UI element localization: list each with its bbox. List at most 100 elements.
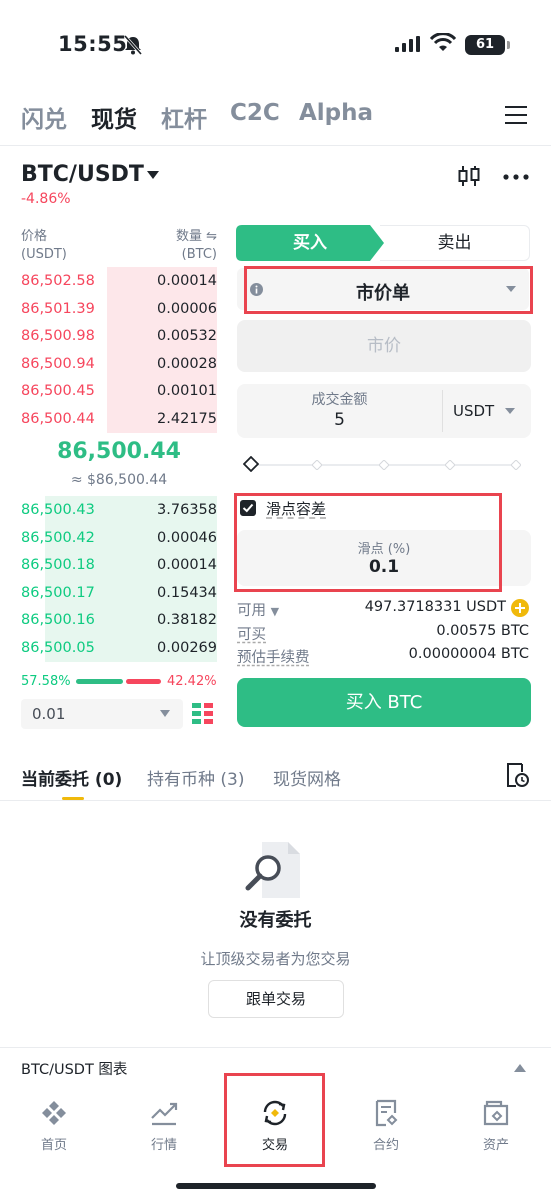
qty-header-unit: (BTC)	[181, 247, 217, 262]
amount-input[interactable]: 5	[237, 410, 442, 430]
bid-qty: 3.76358	[157, 502, 217, 518]
ask-qty: 0.00014	[157, 273, 217, 289]
tab-holdings[interactable]: 持有币种 (3)	[147, 765, 244, 790]
bid-qty: 0.00269	[157, 640, 217, 656]
bid-price: 86,500.16	[21, 612, 95, 629]
depth-precision-select[interactable]: 0.01	[21, 699, 183, 729]
amount-unit-select[interactable]: USDT	[453, 402, 494, 420]
bid-qty: 0.38182	[157, 612, 217, 629]
nav-markets[interactable]: 行情	[129, 1098, 199, 1153]
ask-row[interactable]: 86,500.94 0.00028	[21, 349, 217, 378]
markets-icon	[151, 1102, 178, 1126]
tab-spot[interactable]: 现货	[91, 100, 137, 134]
slider-knob[interactable]	[243, 456, 259, 472]
ask-price: 86,500.94	[21, 355, 95, 372]
wallet-icon	[483, 1100, 509, 1126]
bid-row[interactable]: 86,500.18 0.00014	[21, 551, 217, 579]
nav-markets-label: 行情	[150, 1138, 177, 1153]
home-indicator[interactable]	[176, 1183, 376, 1189]
chart-bar-label: BTC/USDT 图表	[21, 1062, 128, 1078]
tab-margin[interactable]: 杠杆	[161, 100, 207, 134]
order-history-icon[interactable]	[505, 762, 529, 788]
futures-icon	[375, 1099, 398, 1127]
signal-icon	[395, 36, 420, 52]
slider-tick-50[interactable]	[379, 460, 389, 470]
wifi-icon	[430, 33, 456, 51]
battery-tip	[507, 41, 510, 49]
ask-row[interactable]: 86,500.98 0.00532	[21, 322, 217, 350]
bell-muted-icon	[123, 35, 143, 55]
available-label-text: 可用	[237, 603, 266, 619]
caret-down-icon	[505, 408, 515, 414]
nav-assets[interactable]: 资产	[461, 1098, 531, 1153]
ask-row[interactable]: 86,501.39 0.00006	[21, 294, 217, 323]
bid-row[interactable]: 86,500.17 0.15434	[21, 578, 217, 607]
empty-subtitle: 让顶级交易者为您交易	[200, 950, 351, 968]
bid-price: 86,500.18	[21, 557, 95, 574]
caret-down-icon[interactable]	[146, 170, 160, 180]
trade-nav-highlight	[224, 1073, 325, 1167]
candlestick-chart-icon[interactable]	[458, 164, 480, 188]
fee-value: 0.00000004 BTC	[408, 646, 529, 662]
add-funds-icon[interactable]	[511, 599, 529, 617]
price-header-label: 价格	[21, 229, 48, 244]
nav-futures[interactable]: 合约	[351, 1098, 421, 1153]
nav-home-label: 首页	[40, 1138, 67, 1153]
tab-c2c[interactable]: C2C	[230, 100, 280, 126]
ask-qty: 0.00006	[157, 300, 217, 317]
tab-alpha[interactable]: Alpha	[299, 100, 373, 126]
orderbook-layout-icon[interactable]	[192, 702, 214, 726]
header-divider	[0, 145, 551, 146]
copy-trading-button[interactable]: 跟单交易	[208, 980, 344, 1018]
bid-row[interactable]: 86,500.05 0.00269	[21, 634, 217, 662]
caret-up-icon[interactable]	[514, 1064, 526, 1072]
mid-price-usd: ≈ $86,500.44	[70, 472, 168, 488]
nav-assets-label: 资产	[482, 1138, 509, 1153]
available-label[interactable]: 可用 ▼	[237, 599, 279, 620]
price-header-unit: (USDT)	[21, 247, 67, 262]
bid-row[interactable]: 86,500.42 0.00046	[21, 523, 217, 552]
available-value: 497.3718331 USDT	[364, 599, 506, 615]
can-buy-value: 0.00575 BTC	[436, 623, 529, 639]
bid-qty: 0.00014	[157, 557, 217, 574]
ask-price: 86,501.39	[21, 300, 95, 317]
pair-change: -4.86%	[21, 191, 71, 207]
slider-tick-75[interactable]	[445, 460, 455, 470]
bid-price: 86,500.17	[21, 584, 95, 601]
pair-name[interactable]: BTC/USDT	[21, 162, 144, 187]
bid-row[interactable]: 86,500.16 0.38182	[21, 606, 217, 634]
home-icon	[42, 1101, 66, 1125]
tab-swap[interactable]: 闪兑	[21, 100, 67, 134]
sell-ratio-bar	[126, 679, 161, 684]
slider-tick-25[interactable]	[312, 460, 322, 470]
status-time: 15:55	[58, 32, 128, 56]
ask-row[interactable]: 86,500.45 0.00101	[21, 377, 217, 405]
ask-price: 86,502.58	[21, 273, 95, 289]
bid-price: 86,500.42	[21, 529, 95, 546]
battery-level: 61	[465, 35, 505, 55]
menu-icon[interactable]	[505, 104, 527, 126]
ask-price: 86,500.98	[21, 328, 95, 345]
ask-qty: 0.00532	[157, 328, 217, 345]
sell-ratio: 42.42%	[167, 674, 217, 689]
can-buy-label[interactable]: 可买	[237, 623, 266, 644]
nav-home[interactable]: 首页	[19, 1098, 89, 1153]
orderbook-qty-header[interactable]: 数量 ⇋ (BTC)	[176, 228, 217, 264]
tab-spot-grid[interactable]: 现货网格	[273, 765, 341, 790]
more-icon[interactable]	[503, 174, 529, 180]
bid-row[interactable]: 86,500.43 3.76358	[21, 496, 217, 524]
slider-tick-100[interactable]	[511, 460, 521, 470]
tab-open-orders[interactable]: 当前委托 (0)	[21, 765, 122, 790]
ask-row[interactable]: 86,502.58 0.00014	[21, 267, 217, 295]
mid-price[interactable]: 86,500.44	[21, 439, 217, 464]
bid-price: 86,500.05	[21, 640, 95, 656]
market-price-field: 市价	[237, 320, 531, 372]
orders-divider	[0, 800, 551, 801]
amount-label: 成交金额	[311, 392, 368, 408]
buy-tab[interactable]: 买入	[236, 225, 384, 261]
fee-label[interactable]: 预估手续费	[237, 646, 310, 667]
sell-tab[interactable]: 卖出	[380, 225, 530, 261]
ask-row[interactable]: 86,500.44 2.42175	[21, 405, 217, 433]
buy-btc-button[interactable]: 买入 BTC	[237, 678, 531, 727]
buy-ratio-bar	[76, 679, 123, 684]
